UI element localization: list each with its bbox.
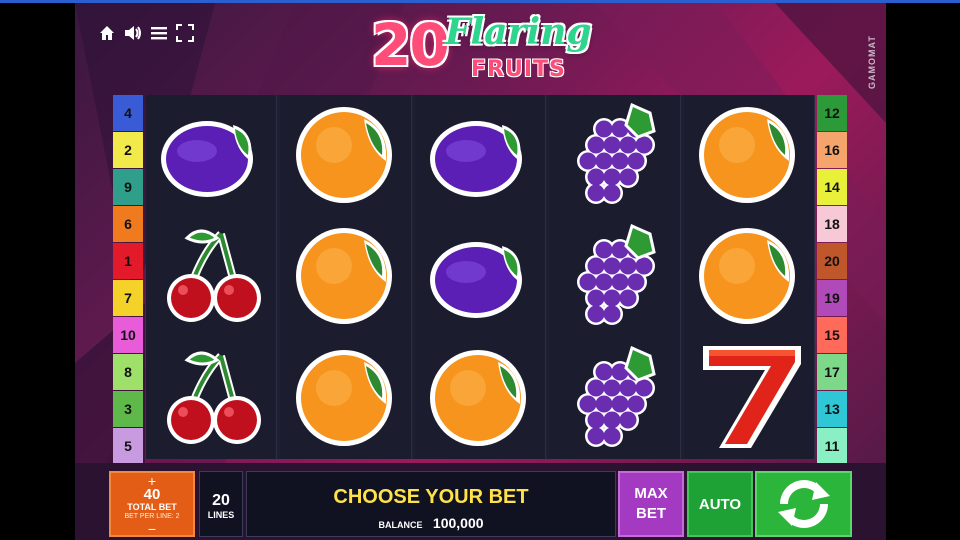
grapes-symbol (554, 338, 674, 459)
payline-6[interactable]: 6 (113, 206, 143, 242)
payline-1[interactable]: 1 (113, 243, 143, 279)
orange-symbol (286, 95, 406, 216)
message-text: CHOOSE YOUR BET (333, 486, 529, 508)
reel-5 (683, 95, 815, 459)
sound-icon[interactable] (123, 23, 143, 43)
orange-symbol (420, 338, 540, 459)
total-bet-label: TOTAL BET (127, 502, 177, 512)
top-toolbar (97, 23, 195, 43)
plum-symbol (420, 216, 540, 337)
total-bet-value: 40 (143, 486, 161, 503)
logo-fruits: FRUITS (471, 57, 566, 82)
orange-symbol (689, 216, 809, 337)
home-icon[interactable] (97, 23, 117, 43)
payline-15[interactable]: 15 (817, 317, 847, 353)
balance-row: BALANCE 100,000 (247, 515, 615, 533)
cherry-symbol (151, 216, 271, 337)
orange-symbol (689, 95, 809, 216)
paylines-right: 12 16 14 18 20 19 15 17 13 11 (817, 95, 847, 464)
max-bet-line1: MAX (634, 485, 668, 502)
grapes-symbol (554, 95, 674, 216)
message-panel: CHOOSE YOUR BET BALANCE 100,000 (246, 471, 616, 537)
control-bar: + 40 TOTAL BET BET PER LINE: 2 − 20 LINE… (75, 463, 886, 540)
total-bet-button[interactable]: + 40 TOTAL BET BET PER LINE: 2 − (109, 471, 195, 537)
paylines-left: 4 2 9 6 1 7 10 8 3 5 (113, 95, 143, 464)
payline-3[interactable]: 3 (113, 391, 143, 427)
reel-grid (146, 95, 815, 459)
provider-label: GAMOMAT (867, 35, 877, 89)
seven-symbol (689, 338, 809, 459)
auto-button[interactable]: AUTO (687, 471, 753, 537)
reel-3 (414, 95, 547, 459)
reel-4 (549, 95, 681, 459)
grapes-symbol (554, 216, 674, 337)
spin-icon (777, 480, 830, 528)
reel-2 (280, 95, 412, 459)
auto-label: AUTO (698, 495, 742, 513)
lines-button[interactable]: 20 LINES (199, 471, 243, 537)
balance-value: 100,000 (432, 515, 484, 531)
payline-9[interactable]: 9 (113, 169, 143, 205)
spin-button[interactable] (755, 471, 852, 537)
payline-18[interactable]: 18 (817, 206, 847, 242)
plum-symbol (151, 95, 271, 216)
lines-value: 20 (212, 492, 230, 509)
max-bet-button[interactable]: MAX BET (618, 471, 684, 537)
balance-label: BALANCE (378, 520, 423, 530)
payline-13[interactable]: 13 (817, 391, 847, 427)
game-area: 20 Flaring FRUITS GAMOMAT 4 2 9 6 1 7 10 8 3 5 12… (75, 3, 886, 540)
payline-20[interactable]: 20 (817, 243, 847, 279)
logo-flaring: Flaring (445, 11, 592, 53)
orange-symbol (286, 216, 406, 337)
payline-8[interactable]: 8 (113, 354, 143, 390)
plum-symbol (420, 95, 540, 216)
payline-16[interactable]: 16 (817, 132, 847, 168)
payline-17[interactable]: 17 (817, 354, 847, 390)
bet-per-line-label: BET PER LINE: 2 (124, 513, 180, 520)
menu-icon[interactable] (149, 23, 169, 43)
total-bet-minus[interactable]: − (111, 522, 193, 536)
payline-11[interactable]: 11 (817, 428, 847, 464)
payline-19[interactable]: 19 (817, 280, 847, 316)
lines-label: LINES (207, 510, 235, 520)
payline-14[interactable]: 14 (817, 169, 847, 205)
max-bet-line2: BET (636, 505, 666, 522)
payline-4[interactable]: 4 (113, 95, 143, 131)
fullscreen-icon[interactable] (175, 23, 195, 43)
payline-7[interactable]: 7 (113, 280, 143, 316)
payline-2[interactable]: 2 (113, 132, 143, 168)
cherry-symbol (151, 338, 271, 459)
payline-12[interactable]: 12 (817, 95, 847, 131)
payline-5[interactable]: 5 (113, 428, 143, 464)
reel-1 (146, 95, 278, 459)
logo-number: 20 (371, 11, 450, 79)
payline-10[interactable]: 10 (113, 317, 143, 353)
game-logo: 20 Flaring FRUITS (367, 7, 617, 89)
orange-symbol (286, 338, 406, 459)
